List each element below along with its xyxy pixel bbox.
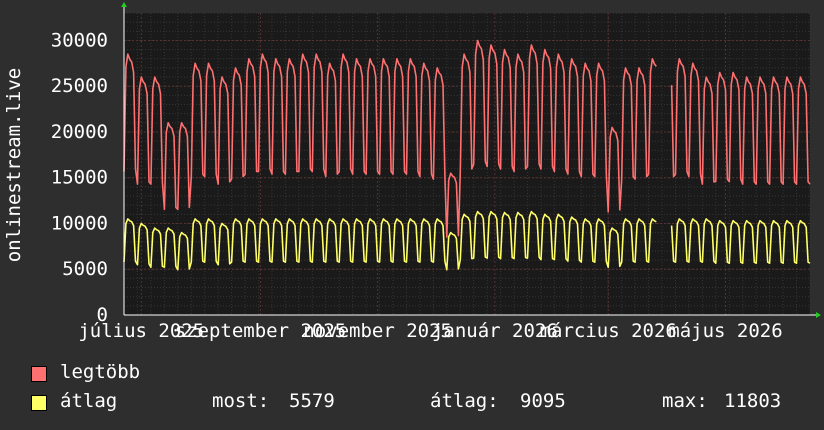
y-axis-label: onlinestream.live xyxy=(3,68,25,262)
legend-label-avg: átlag xyxy=(60,390,118,412)
x-tick-label: március 2026 xyxy=(540,320,677,342)
stat-now-value: 5579 xyxy=(289,390,335,412)
legend-swatch-avg xyxy=(31,395,47,411)
stat-avg-value: 9095 xyxy=(520,390,566,412)
x-tick-label: május 2026 xyxy=(668,320,782,342)
stat-avg-label: átlag: xyxy=(430,390,499,412)
legend-swatch-max xyxy=(31,366,47,382)
y-tick-label: 20000 xyxy=(51,121,108,143)
stat-now-label: most: xyxy=(212,390,270,412)
legend-label-max: legtöbb xyxy=(60,361,141,383)
stat-max-value: 11803 xyxy=(724,390,782,412)
x-tick-label: november 2025 xyxy=(303,320,452,342)
y-tick-label: 5000 xyxy=(62,258,108,280)
stat-max-label: max: xyxy=(662,390,708,412)
y-axis-arrow xyxy=(121,2,127,7)
y-tick-label: 30000 xyxy=(51,29,108,51)
y-tick-label: 25000 xyxy=(51,75,108,97)
y-tick-label: 10000 xyxy=(51,212,108,234)
x-axis-arrow xyxy=(816,312,821,318)
y-tick-label: 15000 xyxy=(51,167,108,189)
